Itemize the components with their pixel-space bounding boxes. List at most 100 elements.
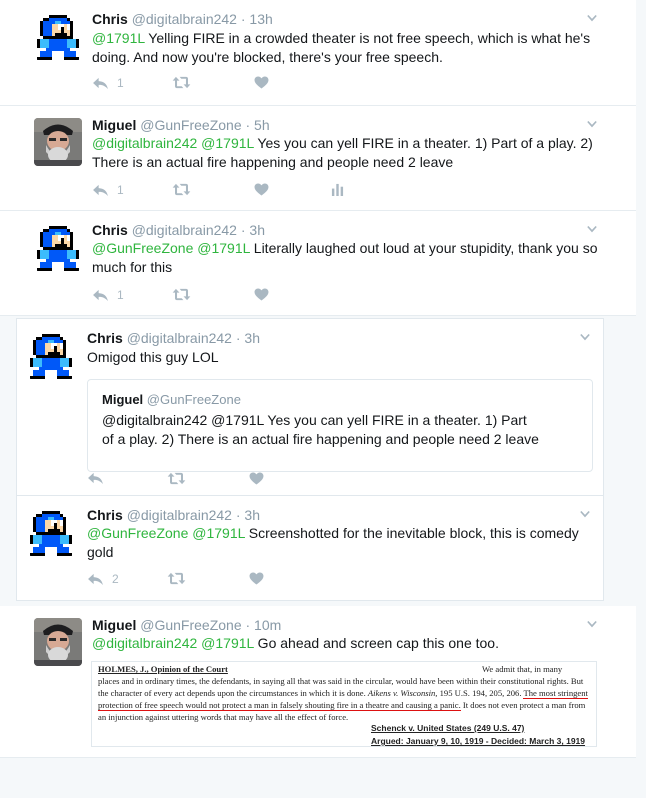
quoted-user-handle: @GunFreeZone [146,392,241,407]
reply-button[interactable]: 1 [92,183,124,197]
tweet-text: @GunFreeZone @1791L Literally laughed ou… [92,240,598,275]
tweet-header: Miguel @GunFreeZone · 10m [92,617,281,633]
reply-count: 1 [117,288,124,302]
reply-icon [87,573,104,586]
display-name[interactable]: Miguel [92,117,136,133]
like-button[interactable] [254,183,269,196]
quoted-tweet-text: @digitalbrain242 @1791L Yes you can yell… [102,412,539,447]
tweet-actions: 2 [87,572,487,592]
timestamp[interactable]: · 3h [241,222,265,238]
tweet-actions: 1 [92,76,492,96]
tweet-header: Chris @digitalbrain242 · 3h [87,507,260,523]
reply-button[interactable]: 2 [87,572,119,586]
retweet-button[interactable] [167,472,186,485]
heart-icon [254,76,269,89]
quoted-tweet-header: Miguel @GunFreeZone [102,392,241,407]
tweet-header: Chris @digitalbrain242 · 13h [92,11,273,27]
timestamp[interactable]: · 5h [246,117,270,133]
avatar[interactable] [34,223,82,271]
user-handle[interactable]: @digitalbrain242 [132,222,237,238]
retweet-icon [172,76,191,89]
case-citation: Schenck v. United States (249 U.S. 47) A… [371,722,586,746]
like-button[interactable] [249,472,264,485]
display-name[interactable]: Chris [92,222,128,238]
retweet-button[interactable] [172,76,191,89]
opinion-text: places and in ordinary times, the defend… [98,676,588,722]
avatar[interactable] [34,618,82,666]
reply-icon [92,77,109,90]
reply-count: 2 [112,572,119,586]
timestamp[interactable]: · 10m [246,617,282,633]
display-name[interactable]: Chris [87,330,123,346]
user-handle[interactable]: @GunFreeZone [140,117,241,133]
chevron-down-icon[interactable] [587,619,597,629]
quoted-tweet[interactable]: Miguel @GunFreeZone @digitalbrain242 @17… [87,379,593,472]
retweet-button[interactable] [172,288,191,301]
tweet[interactable]: Miguel @GunFreeZone · 5h @digitalbrain24… [0,106,636,211]
tweet-actions: 1 [92,288,492,308]
chevron-down-icon[interactable] [587,119,597,129]
chevron-down-icon[interactable] [580,332,590,342]
mention[interactable]: @digitalbrain242 @1791L [92,635,254,651]
retweet-button[interactable] [172,183,191,196]
avatar[interactable] [34,12,82,60]
retweet-icon [167,472,186,485]
chevron-down-icon[interactable] [587,13,597,23]
tweet[interactable]: Chris @digitalbrain242 · 3h @GunFreeZone… [0,211,636,316]
reply-button[interactable] [87,472,104,485]
retweet-icon [172,288,191,301]
tweet-text: @digitalbrain242 @1791L Yes you can yell… [92,135,593,170]
mention[interactable]: @digitalbrain242 @1791L [92,135,254,151]
reply-icon [87,472,104,485]
timestamp[interactable]: · 3h [236,507,260,523]
case-name: Schenck v. United States (249 U.S. 47) [371,723,525,733]
display-name[interactable]: Chris [92,11,128,27]
avatar[interactable] [34,118,82,166]
opinion-heading-line: HOLMES, J., Opinion of the Court We admi… [98,664,563,674]
avatar[interactable] [27,508,75,556]
reply-button[interactable]: 1 [92,76,124,90]
tweet-header: Chris @digitalbrain242 · 3h [92,222,265,238]
mention[interactable]: @GunFreeZone @1791L [87,525,245,541]
like-button[interactable] [249,572,264,585]
chevron-down-icon[interactable] [580,509,590,519]
reply-count: 1 [117,76,124,90]
mention[interactable]: @1791L [92,30,145,46]
user-handle[interactable]: @digitalbrain242 [127,330,232,346]
case-dates: Argued: January 9, 10, 1919 - Decided: M… [371,736,586,746]
analytics-icon [331,183,344,196]
attached-image[interactable]: HOLMES, J., Opinion of the Court We admi… [91,661,597,747]
chevron-down-icon[interactable] [587,224,597,234]
tweet[interactable]: Chris @digitalbrain242 · 3h @GunFreeZone… [16,495,604,601]
timestamp[interactable]: · 13h [241,11,273,27]
reply-button[interactable]: 1 [92,288,124,302]
user-handle[interactable]: @GunFreeZone [140,617,241,633]
heart-icon [249,472,264,485]
display-name[interactable]: Miguel [92,617,136,633]
tweet-actions: 1 [92,183,492,203]
heart-icon [249,572,264,585]
like-button[interactable] [254,76,269,89]
display-name[interactable]: Chris [87,507,123,523]
retweet-icon [167,572,186,585]
analytics-button[interactable] [331,183,344,196]
user-handle[interactable]: @digitalbrain242 [127,507,232,523]
like-button[interactable] [254,288,269,301]
tweet-text: @GunFreeZone @1791L Screenshotted for th… [87,525,579,560]
heart-icon [254,183,269,196]
quoted-display-name: Miguel [102,392,144,407]
user-handle[interactable]: @digitalbrain242 [132,11,237,27]
retweet-icon [172,183,191,196]
retweet-button[interactable] [167,572,186,585]
tweet-text: Omigod this guy LOL [87,349,219,365]
tweet-header: Miguel @GunFreeZone · 5h [92,117,270,133]
tweet[interactable]: Chris @digitalbrain242 · 3h Omigod this … [16,318,604,496]
timestamp[interactable]: · 3h [236,330,260,346]
tweet-text: @digitalbrain242 @1791L Go ahead and scr… [92,635,499,651]
avatar[interactable] [27,331,75,379]
mention[interactable]: @GunFreeZone @1791L [92,240,250,256]
heart-icon [254,288,269,301]
opinion-heading: HOLMES, J., Opinion of the Court [98,664,228,674]
tweet[interactable]: Chris @digitalbrain242 · 13h @1791L Yell… [0,0,636,106]
reply-count: 1 [117,183,124,197]
